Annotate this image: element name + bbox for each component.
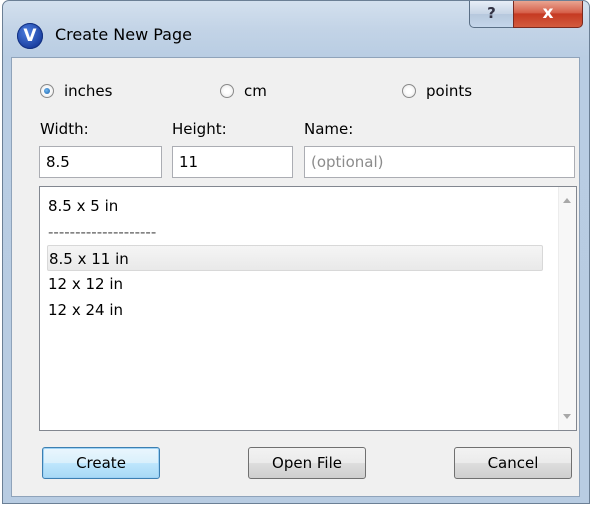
dialog-body: inches cm points Width: Height: Name: 8.…	[11, 57, 580, 497]
width-label: Width:	[40, 120, 89, 138]
open-file-button[interactable]: Open File	[248, 447, 366, 479]
radio-points-circle[interactable]	[402, 84, 416, 98]
dialog-title: Create New Page	[55, 25, 192, 44]
create-button[interactable]: Create	[42, 447, 160, 479]
scroll-up-arrow-icon[interactable]	[563, 198, 571, 203]
close-button[interactable]: x	[513, 1, 583, 28]
radio-points[interactable]: points	[402, 82, 472, 100]
list-item-selected[interactable]: 8.5 x 11 in	[47, 245, 543, 271]
radio-inches-circle[interactable]	[40, 84, 54, 98]
title-bar[interactable]: V Create New Page ? x	[3, 1, 589, 57]
height-input[interactable]	[172, 146, 293, 178]
radio-inches-label: inches	[64, 82, 113, 100]
list-item[interactable]: 8.5 x 5 in	[47, 193, 543, 219]
list-separator: --------------------	[48, 223, 157, 241]
radio-points-label: points	[426, 82, 473, 100]
cancel-button[interactable]: Cancel	[454, 447, 572, 479]
create-new-page-dialog: V Create New Page ? x inches cm points W…	[2, 0, 590, 504]
height-label: Height:	[172, 120, 227, 138]
name-label: Name:	[304, 120, 354, 138]
radio-cm-label: cm	[244, 82, 267, 100]
radio-cm[interactable]: cm	[220, 82, 267, 100]
app-logo-icon: V	[17, 23, 43, 49]
width-input[interactable]	[39, 146, 162, 178]
name-input[interactable]	[304, 146, 575, 178]
list-item[interactable]: 12 x 12 in	[47, 271, 543, 297]
scroll-down-arrow-icon[interactable]	[563, 414, 571, 419]
list-scrollbar[interactable]	[558, 187, 576, 430]
radio-inches[interactable]: inches	[40, 82, 112, 100]
page-size-list[interactable]: 8.5 x 5 in -------------------- 8.5 x 11…	[39, 186, 577, 431]
list-item[interactable]: 12 x 24 in	[47, 297, 543, 323]
radio-cm-circle[interactable]	[220, 84, 234, 98]
help-button[interactable]: ?	[469, 1, 514, 28]
